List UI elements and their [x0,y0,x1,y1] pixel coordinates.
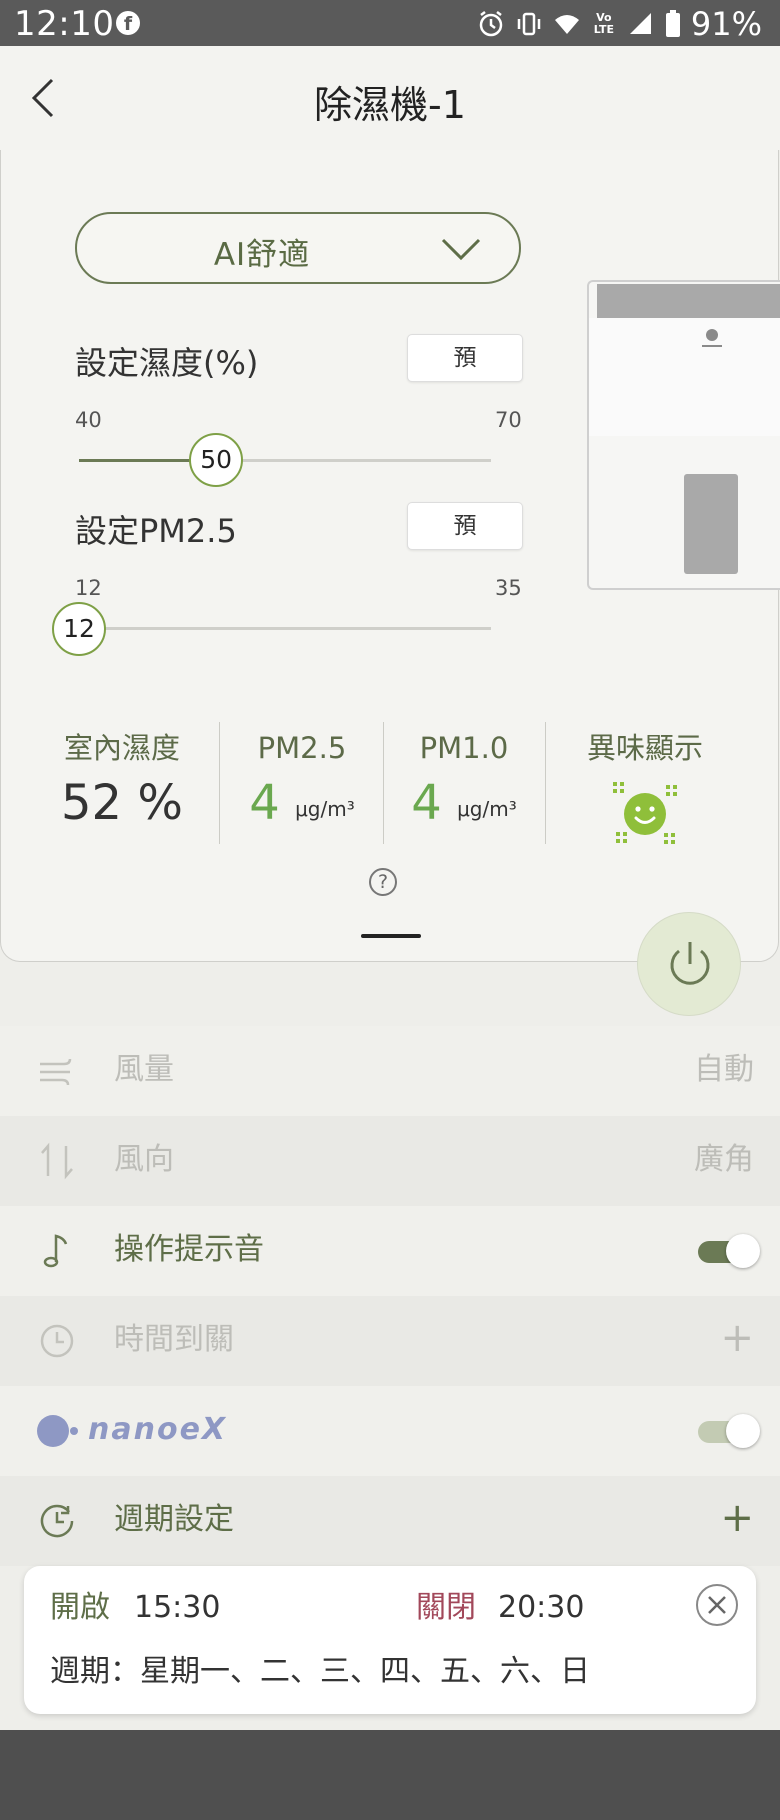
status-icons: Vo LTE 91% [477,5,762,43]
wind-icon [40,1058,72,1086]
nanoe-toggle[interactable] [698,1414,760,1448]
weekly-clock-icon [40,1504,74,1538]
device-top-bar [597,284,780,318]
schedule-cycle: 週期：星期一、二、三、四、五、六、日 [50,1654,590,1689]
stat-pm25: PM2.5 4 μg/m³ [225,728,379,868]
stat-indoor-humidity: 室內濕度 52 % [47,728,197,868]
chevron-down-icon [441,238,481,261]
status-bar: 12:10 f Vo LTE 91% [0,0,780,46]
pm25-slider-thumb[interactable]: 12 [52,602,106,656]
battery-percent: 91% [690,5,762,43]
volte-icon: Vo LTE [593,11,614,36]
row-off-timer[interactable]: 時間到關 + [0,1296,780,1386]
stat-pm25-unit: μg/m³ [295,797,355,821]
row-nanoe[interactable]: nanoeX [0,1386,780,1476]
facebook-notification-icon: f [116,11,140,35]
mode-label: AI舒適 [213,237,311,273]
battery-icon [665,10,680,37]
humidity-preset-button[interactable]: 預 [407,334,523,382]
device-water-tank [684,474,738,574]
off-timer-add-button[interactable]: + [720,1316,754,1360]
stat-humidity-value: 52 % [61,775,183,831]
humidity-setting-label: 設定濕度(%) [75,344,259,382]
pm25-max: 35 [495,576,522,600]
help-icon[interactable]: ? [369,868,397,896]
stat-divider [383,722,384,844]
music-note-icon [43,1234,68,1268]
stat-pm10-value: 4 [411,775,442,831]
control-card: AI舒適 設定濕度(%) 預 40 70 50 設定PM2.5 預 12 35 … [0,150,780,962]
schedule-on-time: 15:30 [134,1590,221,1625]
alarm-icon [479,11,503,37]
close-icon[interactable] [696,1584,738,1626]
stat-pm25-value: 4 [249,775,280,831]
pm25-setting-label: 設定PM2.5 [75,512,237,550]
nanoe-label: nanoeX [88,1412,228,1447]
fan-direction-value: 廣角 [694,1142,754,1177]
humidity-slider-thumb[interactable]: 50 [189,433,244,487]
device-panel [589,318,780,436]
off-timer-label: 時間到關 [114,1322,234,1357]
wifi-icon [554,15,579,34]
fan-volume-value: 自動 [694,1052,754,1087]
row-fan-direction[interactable]: 風向 廣角 [0,1116,780,1206]
row-weekly[interactable]: 週期設定 + [0,1476,780,1566]
stat-humidity-label: 室內濕度 [63,731,180,765]
vibrate-icon [517,12,541,36]
app-header: 除濕機-1 [0,46,780,150]
status-time: 12:10 [14,4,115,44]
weekly-label: 週期設定 [114,1502,234,1537]
humidity-min: 40 [75,408,102,432]
stat-divider [219,722,220,844]
stat-pm10-label: PM1.0 [419,731,509,765]
stat-odor: 異味顯示 [557,728,733,868]
row-fan-volume[interactable]: 風量 自動 [0,1026,780,1116]
fan-volume-label: 風量 [114,1052,174,1087]
stat-pm10: PM1.0 4 μg/m³ [387,728,541,868]
person-icon [702,329,722,347]
mode-dropdown[interactable]: AI舒適 [75,212,521,284]
stat-odor-label: 異味顯示 [586,731,703,765]
drawer-handle[interactable] [361,934,421,938]
stat-pm25-label: PM2.5 [257,731,347,765]
system-nav-bar [0,1730,780,1820]
schedule-card[interactable]: 開啟 15:30 關閉 20:30 週期：星期一、二、三、四、五、六、日 [24,1566,756,1714]
pm25-slider-track[interactable] [79,627,491,630]
signal-icon [629,13,651,34]
schedule-off-time: 20:30 [498,1590,585,1625]
pm25-min: 12 [75,576,102,600]
swap-vertical-icon [41,1142,73,1180]
power-button[interactable] [637,912,741,1016]
page-title: 除濕機-1 [314,83,466,127]
device-preview [587,280,780,590]
pm25-preset-button[interactable]: 預 [407,502,523,550]
power-icon [670,942,710,985]
row-beep[interactable]: 操作提示音 [0,1206,780,1296]
stat-divider [545,722,546,844]
stat-pm10-unit: μg/m³ [457,797,517,821]
nanoe-logo-icon [37,1415,78,1447]
schedule-on-label: 開啟 [50,1590,110,1625]
humidity-max: 70 [495,408,522,432]
clock-icon [40,1324,74,1358]
beep-toggle[interactable] [698,1234,760,1268]
beep-label: 操作提示音 [114,1232,264,1267]
smiley-face-icon [613,782,677,844]
weekly-add-button[interactable]: + [720,1496,754,1540]
fan-direction-label: 風向 [114,1142,174,1177]
schedule-off-label: 關閉 [416,1590,476,1625]
